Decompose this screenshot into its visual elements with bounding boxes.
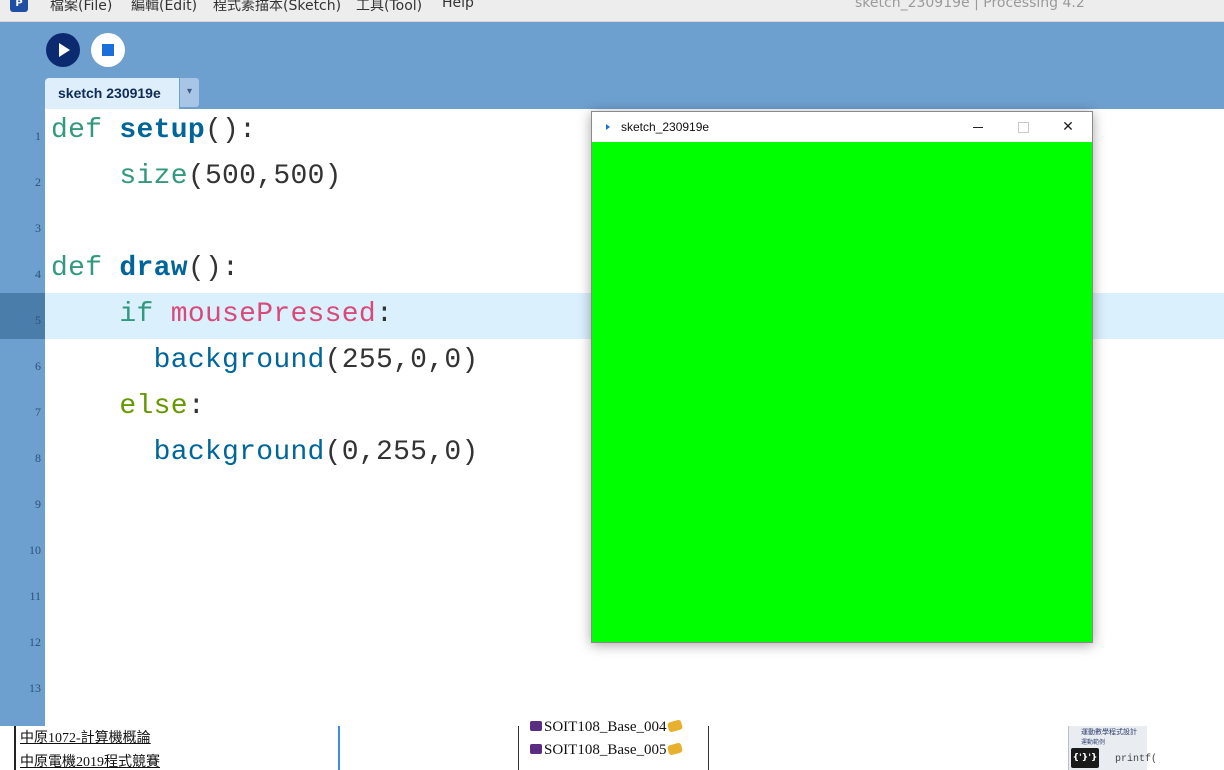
file-icon	[530, 721, 542, 731]
code-line[interactable]: background(255,0,0)	[51, 345, 479, 376]
sketch-window-titlebar[interactable]: sketch_230919e ✕	[592, 112, 1092, 142]
code-token: (255,0,0)	[324, 345, 479, 376]
code-token: draw	[119, 253, 188, 284]
code-token: setup	[119, 115, 205, 146]
code-token: (0,255,0)	[324, 437, 479, 468]
minimize-button[interactable]	[961, 116, 995, 138]
code-token: mousePressed	[170, 299, 376, 330]
close-button[interactable]: ✕	[1051, 116, 1085, 138]
sketch-window[interactable]: sketch_230919e ✕	[591, 111, 1093, 643]
stop-button[interactable]	[91, 33, 125, 67]
menu-sketch[interactable]: 程式素描本(Sketch)	[213, 0, 341, 15]
line-number: 1	[35, 129, 41, 143]
code-line[interactable]: def draw():	[51, 253, 239, 284]
line-number: 10	[29, 543, 41, 557]
pencil-icon	[666, 719, 683, 733]
menu-help[interactable]: Help	[442, 0, 474, 11]
line-number: 2	[35, 175, 41, 189]
contest-link[interactable]: 中原電機2019程式競賽	[20, 751, 160, 770]
code-token: background	[153, 437, 325, 468]
run-button[interactable]	[46, 33, 80, 67]
code-line[interactable]: if mousePressed:	[51, 299, 393, 330]
line-number: 12	[29, 635, 41, 649]
background-page-strip: 中原1072-計算機概論 中原電機2019程式競賽 SOIT108_Base_0…	[0, 719, 1224, 770]
code-line[interactable]: background(0,255,0)	[51, 437, 479, 468]
thumbnail-code: printf(	[1115, 754, 1158, 765]
code-token: ():	[204, 115, 257, 146]
course-link[interactable]: 中原1072-計算機概論	[20, 727, 151, 747]
tab-sketch[interactable]: sketch 230919e	[45, 78, 179, 109]
code-icon: {'}'}	[1071, 748, 1099, 768]
menu-file[interactable]: 檔案(File)	[50, 0, 112, 15]
code-token: :	[187, 391, 205, 422]
line-number: 13	[29, 681, 41, 695]
code-line[interactable]: def setup():	[51, 115, 256, 146]
thumbnail-title: 運動數學程式設計	[1081, 728, 1137, 736]
line-number: 7	[35, 405, 41, 419]
code-line[interactable]: size(500,500)	[51, 161, 342, 192]
sketch-window-icon	[606, 124, 610, 130]
file-item[interactable]: SOIT108_Base_005	[530, 742, 683, 759]
code-token: def	[51, 115, 120, 146]
line-number: 3	[35, 221, 41, 235]
line-number: 11	[29, 589, 41, 603]
processing-app-icon[interactable]: P	[10, 0, 28, 12]
maximize-button[interactable]	[1006, 116, 1040, 138]
stop-icon	[102, 44, 114, 56]
divider	[338, 726, 340, 770]
code-token: (500,500)	[187, 161, 342, 192]
line-number-gutter: 1 2 3 4 5 6 7 8 9 10 11 12 13	[0, 109, 45, 726]
line-number: 8	[35, 451, 41, 465]
line-number: 5	[35, 313, 41, 327]
file-icon	[530, 744, 542, 754]
divider	[708, 726, 709, 770]
sketch-window-title: sketch_230919e	[621, 120, 710, 134]
code-token: background	[153, 345, 325, 376]
window-title: sketch_230919e | Processing 4.2	[855, 0, 1085, 11]
thumbnail-preview[interactable]: 運動數學程式設計 運動範例 {'}'} printf(	[1068, 726, 1157, 770]
divider	[14, 726, 16, 770]
menu-bar: P 檔案(File) 編輯(Edit) 程式素描本(Sketch) 工具(Too…	[0, 0, 1224, 22]
close-icon: ✕	[1062, 119, 1074, 135]
play-icon	[59, 43, 70, 57]
line-number: 4	[35, 267, 41, 281]
code-token: else	[119, 391, 188, 422]
pencil-icon	[666, 742, 683, 756]
line-number: 9	[35, 497, 41, 511]
line-number: 6	[35, 359, 41, 373]
code-token: def	[51, 253, 120, 284]
tab-menu-arrow[interactable]: ▾	[180, 78, 199, 107]
sketch-canvas[interactable]	[592, 142, 1092, 642]
code-token: size	[119, 161, 188, 192]
code-line[interactable]: else:	[51, 391, 205, 422]
menu-tool[interactable]: 工具(Tool)	[356, 0, 422, 15]
toolbar: sketch 230919e ▾	[0, 22, 1224, 109]
code-token: ():	[187, 253, 240, 284]
divider	[518, 726, 519, 770]
file-item[interactable]: SOIT108_Base_004	[530, 719, 683, 736]
code-token: :	[375, 299, 394, 330]
thumbnail-subtitle: 運動範例	[1081, 739, 1106, 746]
menu-edit[interactable]: 編輯(Edit)	[131, 0, 197, 15]
code-token: if	[119, 299, 171, 330]
